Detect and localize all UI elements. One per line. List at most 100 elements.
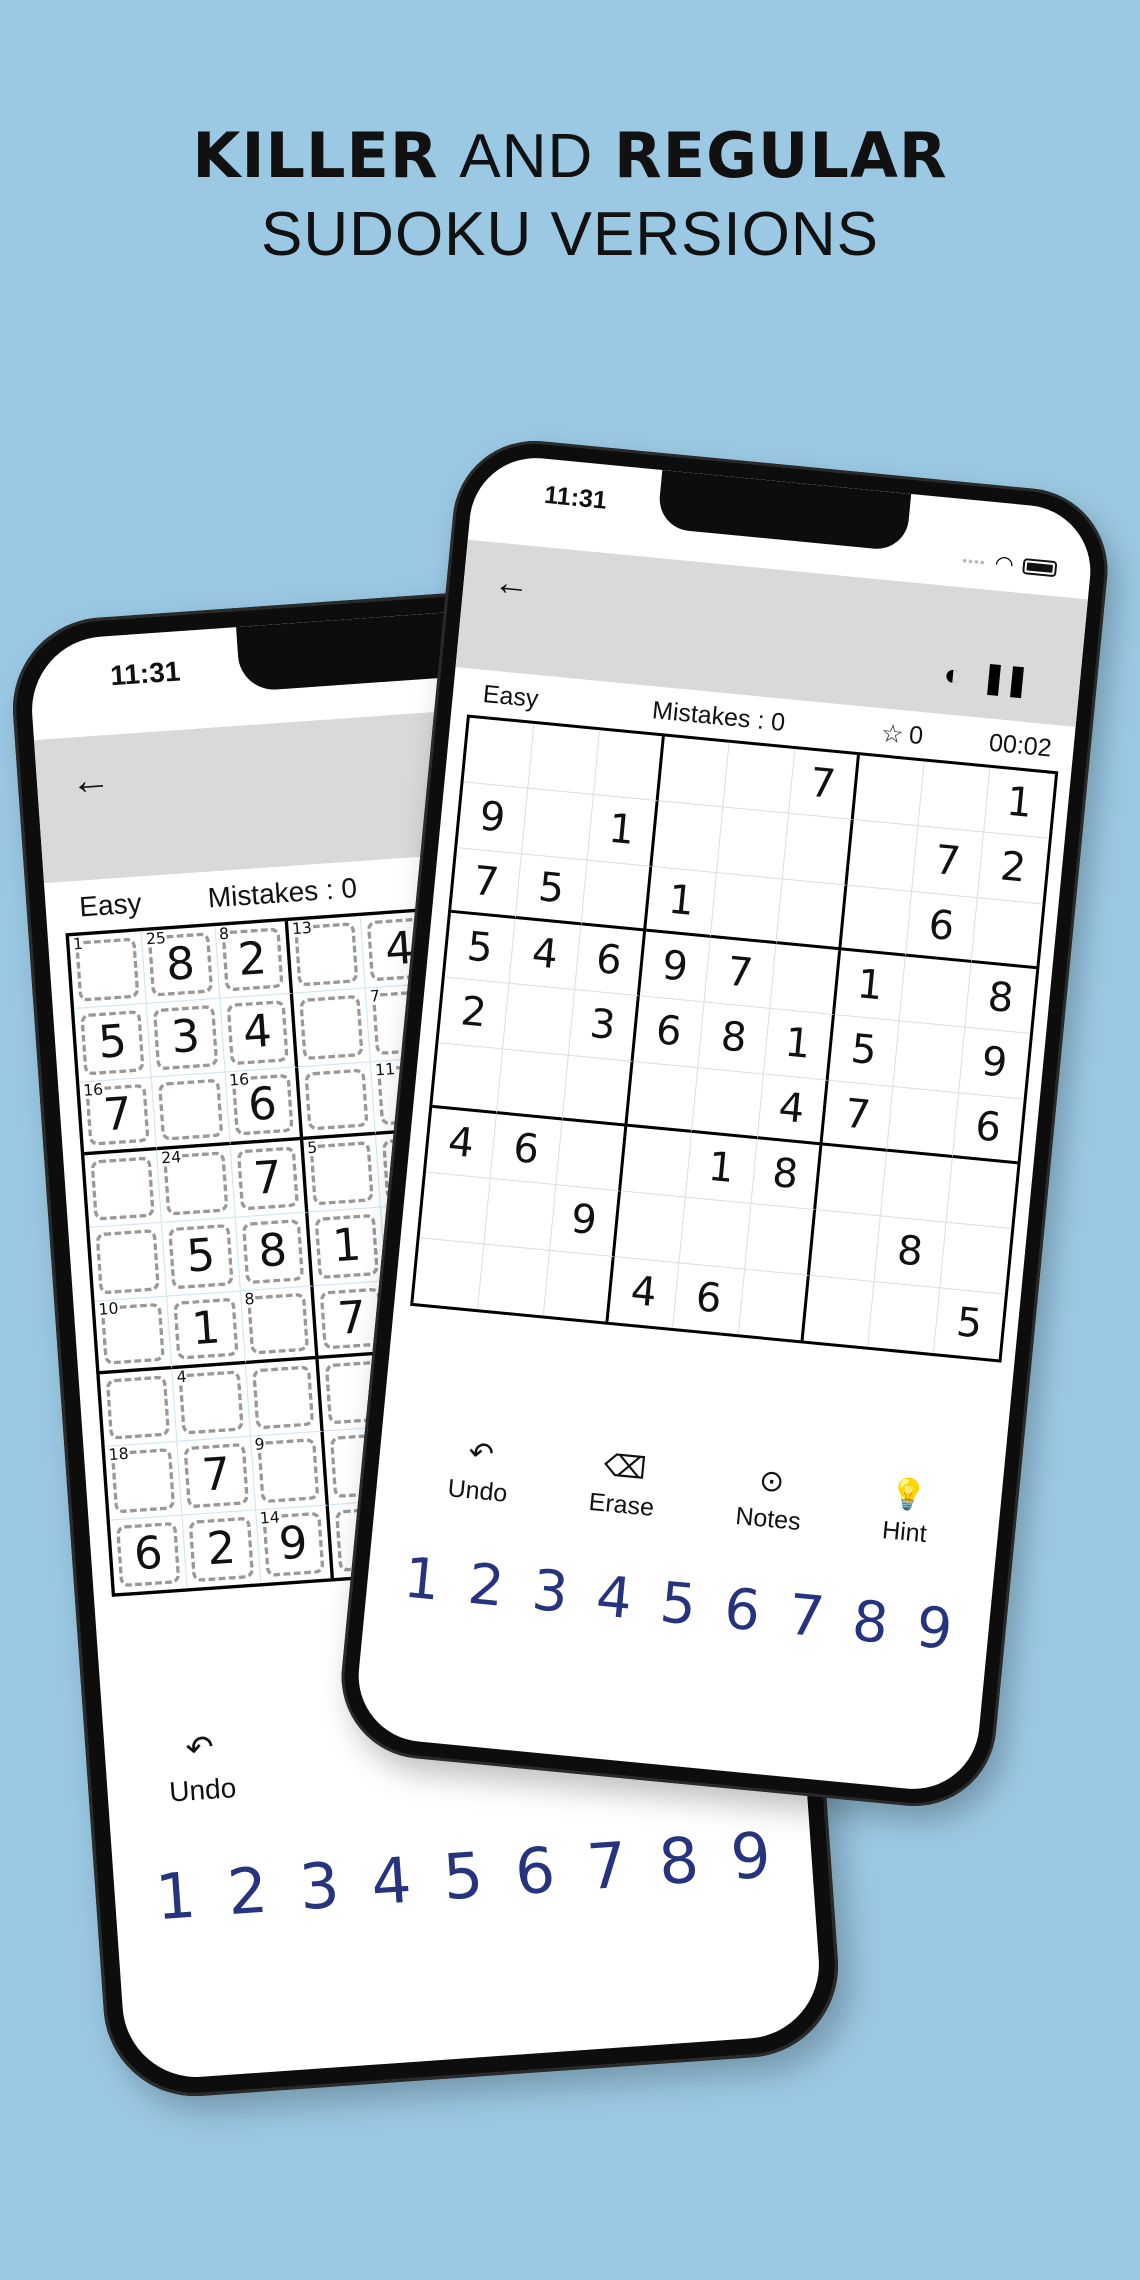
grid-cell[interactable] (711, 872, 783, 945)
grid-cell[interactable]: 5 (74, 1004, 153, 1083)
grid-cell[interactable] (744, 1204, 817, 1276)
grid-cell[interactable] (723, 742, 795, 815)
grid-cell[interactable] (971, 897, 1043, 970)
grid-cell[interactable] (528, 723, 600, 796)
number-button-6[interactable]: 6 (513, 1834, 558, 1909)
grid-cell[interactable]: 14 9 (255, 1504, 334, 1584)
number-button-3[interactable]: 3 (529, 1558, 571, 1626)
grid-cell[interactable] (478, 1244, 550, 1316)
number-button-7[interactable]: 7 (785, 1583, 827, 1651)
grid-cell[interactable]: 7 (822, 1080, 894, 1152)
grid-cell[interactable]: 4 (425, 1107, 498, 1180)
grid-cell[interactable] (497, 1049, 569, 1121)
grid-cell[interactable] (620, 1126, 693, 1198)
grid-cell[interactable]: 1 (646, 866, 718, 938)
grid-cell[interactable]: 4 (172, 1364, 251, 1443)
grid-cell[interactable] (679, 1197, 752, 1270)
grid-cell[interactable] (946, 1158, 1018, 1230)
grid-cell[interactable] (614, 1191, 687, 1264)
grid-cell[interactable] (803, 1275, 875, 1347)
grid-cell[interactable]: 3 (568, 990, 640, 1062)
grid-cell[interactable]: 6 (633, 996, 705, 1068)
grid-cell[interactable] (522, 789, 594, 861)
grid-cell[interactable]: 5 (162, 1218, 241, 1297)
grid-cell[interactable] (580, 860, 653, 932)
grid-cell[interactable]: 4 (757, 1074, 829, 1146)
grid-cell[interactable] (717, 807, 789, 880)
grid-cell[interactable] (776, 879, 848, 951)
number-button-9[interactable]: 9 (913, 1595, 955, 1663)
grid-cell[interactable] (782, 814, 854, 886)
grid-cell[interactable]: 5 (444, 912, 516, 985)
number-button-5[interactable]: 5 (441, 1839, 486, 1914)
grid-cell[interactable]: 4 (509, 919, 581, 991)
grid-cell[interactable]: 9 (549, 1185, 621, 1257)
grid-cell[interactable] (293, 988, 372, 1068)
grid-cell[interactable] (809, 1210, 882, 1282)
grid-cell[interactable]: 7 (912, 826, 984, 898)
grid-cell[interactable] (658, 736, 730, 808)
grid-cell[interactable] (152, 1072, 231, 1151)
grid-cell[interactable] (245, 1359, 324, 1438)
grid-cell[interactable]: 6 (574, 925, 647, 997)
grid-cell[interactable]: 6 (952, 1092, 1024, 1165)
grid-cell[interactable]: 2 (977, 832, 1049, 905)
grid-cell[interactable]: 7 (230, 1140, 309, 1219)
grid-cell[interactable] (298, 1061, 377, 1141)
grid-cell[interactable]: 1 (308, 1207, 387, 1286)
number-button-2[interactable]: 2 (465, 1552, 507, 1620)
grid-cell[interactable] (463, 717, 535, 790)
number-button-8[interactable]: 8 (656, 1824, 701, 1899)
grid-cell[interactable]: 7 (450, 847, 523, 920)
grid-cell[interactable]: 13 (288, 915, 367, 995)
grid-cell[interactable]: 6 (490, 1114, 563, 1186)
grid-cell[interactable] (503, 984, 575, 1056)
grid-cell[interactable] (893, 1021, 965, 1093)
grid-cell[interactable] (738, 1269, 810, 1341)
grid-cell[interactable] (99, 1369, 178, 1448)
hint-button[interactable]: 💡 Hint (881, 1476, 932, 1549)
grid-cell[interactable] (593, 730, 665, 802)
notes-button[interactable]: ⊙ Notes (734, 1462, 806, 1537)
grid-cell[interactable]: 2 (438, 977, 510, 1050)
grid-cell[interactable] (887, 1086, 959, 1159)
grid-cell[interactable]: 1 (587, 795, 659, 867)
grid-cell[interactable]: 6 (109, 1515, 188, 1594)
pause-icon[interactable]: ❚❚ (980, 660, 1029, 699)
grid-cell[interactable]: 7 (177, 1437, 256, 1516)
grid-cell[interactable]: 6 (906, 891, 978, 963)
grid-cell[interactable]: 16 7 (79, 1077, 158, 1156)
grid-cell[interactable]: 7 (788, 749, 860, 821)
grid-cell[interactable]: 1 (983, 767, 1056, 840)
grid-cell[interactable] (816, 1145, 888, 1217)
number-button-6[interactable]: 6 (721, 1576, 763, 1644)
back-arrow-icon[interactable]: ← (69, 755, 113, 805)
erase-button[interactable]: ⌫ Erase (587, 1448, 659, 1523)
grid-cell[interactable]: 4 (608, 1256, 680, 1329)
grid-cell[interactable]: 1 (834, 950, 907, 1022)
grid-cell[interactable]: 8 (698, 1002, 770, 1075)
grid-cell[interactable]: 8 (751, 1139, 823, 1211)
grid-cell[interactable] (627, 1061, 699, 1133)
grid-cell[interactable] (89, 1223, 168, 1302)
grid-cell[interactable] (853, 755, 925, 827)
number-button-4[interactable]: 4 (593, 1564, 635, 1632)
grid-cell[interactable] (555, 1120, 628, 1192)
grid-cell[interactable]: 10 (94, 1296, 173, 1375)
number-button-1[interactable]: 1 (401, 1546, 443, 1614)
grid-cell[interactable]: 9 (457, 782, 529, 855)
grid-cell[interactable]: 3 (147, 999, 226, 1078)
grid-cell[interactable] (841, 885, 913, 957)
grid-cell[interactable] (562, 1055, 634, 1127)
number-button-1[interactable]: 1 (153, 1860, 198, 1935)
grid-cell[interactable] (413, 1237, 485, 1310)
grid-cell[interactable]: 1 (69, 931, 148, 1010)
number-button-5[interactable]: 5 (657, 1570, 699, 1638)
grid-cell[interactable]: 82 (215, 921, 294, 1000)
grid-cell[interactable] (84, 1150, 163, 1229)
grid-cell[interactable]: 8 (240, 1285, 319, 1365)
grid-cell[interactable]: 6 (673, 1263, 745, 1335)
grid-cell[interactable]: 9 (250, 1431, 329, 1511)
grid-cell[interactable] (652, 801, 724, 873)
grid-cell[interactable]: 1 (763, 1009, 835, 1081)
